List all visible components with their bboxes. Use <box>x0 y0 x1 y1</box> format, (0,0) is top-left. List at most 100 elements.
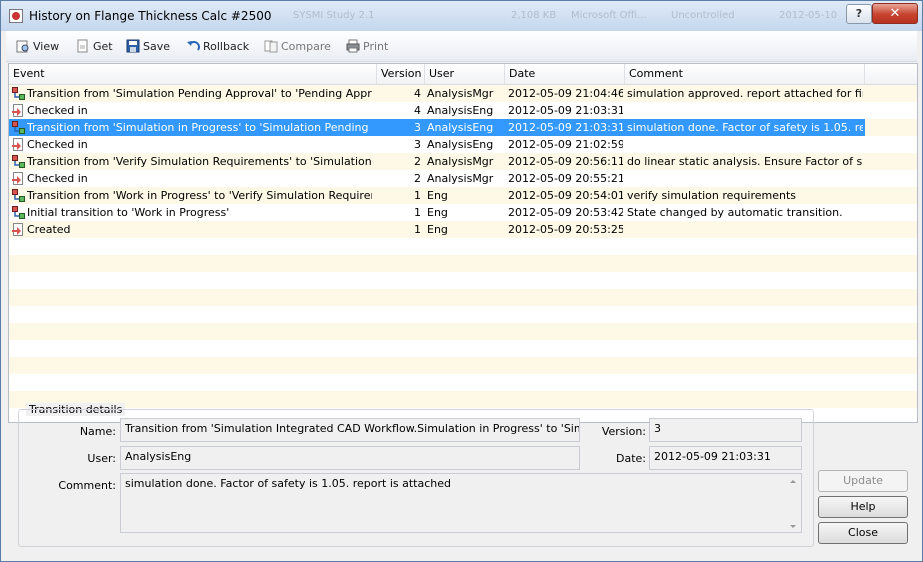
cell-event: Created <box>27 223 71 236</box>
cell-comment: simulation done. Factor of safety is 1.0… <box>627 121 863 134</box>
cell-version: 1 <box>414 206 421 219</box>
title-bar[interactable]: History on Flange Thickness Calc #2500 S… <box>1 1 922 31</box>
table-row[interactable]: Checked in 2 AnalysisMgr 2012-05-09 20:55:2… <box>9 170 865 187</box>
background-text: Microsoft Offi... <box>571 10 647 21</box>
cell-version: 4 <box>414 87 421 100</box>
history-window: History on Flange Thickness Calc #2500 S… <box>0 0 923 562</box>
transition-icon <box>12 155 25 168</box>
cell-event: Transition from 'Simulation in Progress'… <box>27 121 372 134</box>
cell-version: 4 <box>414 104 421 117</box>
date-field[interactable]: 2012-05-09 21:03:31 <box>649 446 802 470</box>
cell-comment <box>627 102 863 119</box>
row-stripe <box>9 357 917 374</box>
close-title-button[interactable]: ✕ <box>872 3 918 24</box>
cell-version: 3 <box>414 121 421 134</box>
comment-scrollbar[interactable] <box>786 476 800 530</box>
cell-comment: verify simulation requirements <box>627 189 796 202</box>
update-button[interactable]: Update <box>818 470 908 492</box>
name-field[interactable]: Transition from 'Simulation Integrated C… <box>120 418 580 442</box>
transition-icon <box>12 206 25 219</box>
compare-button[interactable]: Compare <box>264 37 331 55</box>
cell-date: 2012-05-09 21:04:46 <box>508 87 623 100</box>
cell-date: 2012-05-09 21:03:31 <box>508 121 623 134</box>
background-text: SYSMI Study 2.1 <box>293 10 375 21</box>
background-text: 2,108 KB <box>511 10 557 21</box>
name-label: Name: <box>79 425 116 438</box>
history-table[interactable]: Event Version User Date Comment Transiti… <box>8 63 918 423</box>
column-header-date[interactable]: Date <box>505 64 625 84</box>
transition-icon <box>12 189 25 202</box>
table-row[interactable]: Created 1 Eng 2012-05-09 20:53:25 <box>9 221 865 238</box>
version-label: Version: <box>601 425 646 438</box>
comment-text: simulation done. Factor of safety is 1.0… <box>125 477 452 490</box>
save-button[interactable]: Save <box>126 37 170 55</box>
save-label: Save <box>143 39 171 53</box>
save-icon <box>126 39 140 53</box>
version-field[interactable]: 3 <box>649 418 802 442</box>
table-row[interactable]: Initial transition to 'Work in Progress'… <box>9 204 865 221</box>
background-text: Uncontrolled <box>671 10 735 21</box>
cell-comment: simulation approved. report attached for… <box>627 87 863 100</box>
checkin-icon <box>12 223 25 236</box>
help-button[interactable]: Help <box>818 496 908 518</box>
view-label: View <box>33 39 60 53</box>
cell-user: AnalysisEng <box>427 138 494 151</box>
checkin-icon <box>12 104 25 117</box>
cell-comment: State changed by automatic transition. <box>627 206 843 219</box>
rollback-button[interactable]: Rollback <box>186 37 249 55</box>
table-row[interactable]: Transition from 'Simulation in Progress'… <box>9 119 865 136</box>
row-stripe <box>9 255 917 272</box>
help-title-button[interactable]: ? <box>846 4 872 24</box>
cell-user: Eng <box>427 206 448 219</box>
cell-date: 2012-05-09 20:55:21 <box>508 172 623 185</box>
cell-comment <box>627 221 863 238</box>
column-header-version[interactable]: Version <box>377 64 425 84</box>
toolbar: View Get Save Rollback Compare Print <box>6 31 917 62</box>
cell-user: AnalysisEng <box>427 121 494 134</box>
cell-user: Eng <box>427 189 448 202</box>
cell-user: AnalysisMgr <box>427 172 494 185</box>
table-row[interactable]: Transition from 'Simulation Pending Appr… <box>9 85 865 102</box>
date-label: Date: <box>616 452 646 465</box>
cell-comment <box>627 136 863 153</box>
checkin-icon <box>12 172 25 185</box>
table-row[interactable]: Checked in 4 AnalysisEng 2012-05-09 21:03:3… <box>9 102 865 119</box>
cell-comment: do linear static analysis. Ensure Factor… <box>627 155 863 168</box>
transition-icon <box>12 121 25 134</box>
comment-field[interactable]: simulation done. Factor of safety is 1.0… <box>120 473 802 533</box>
compare-icon <box>264 39 278 53</box>
cell-version: 2 <box>414 172 421 185</box>
print-button[interactable]: Print <box>346 37 388 55</box>
cell-version: 1 <box>414 223 421 236</box>
table-row[interactable]: Transition from 'Work in Progress' to 'V… <box>9 187 865 204</box>
cell-event: Checked in <box>27 138 88 151</box>
get-icon <box>76 39 90 53</box>
client-area: View Get Save Rollback Compare Print Eve… <box>6 31 918 557</box>
cell-event: Transition from 'Work in Progress' to 'V… <box>27 189 372 202</box>
cell-version: 3 <box>414 138 421 151</box>
table-row[interactable]: Transition from 'Verify Simulation Requi… <box>9 153 865 170</box>
column-header-comment[interactable]: Comment <box>625 64 865 84</box>
row-stripe <box>9 323 917 340</box>
print-label: Print <box>363 39 389 53</box>
view-icon <box>16 39 30 53</box>
column-header-user[interactable]: User <box>425 64 505 84</box>
cell-user: AnalysisMgr <box>427 155 494 168</box>
user-field[interactable]: AnalysisEng <box>120 446 580 470</box>
view-button[interactable]: View <box>16 37 59 55</box>
cell-date: 2012-05-09 20:54:01 <box>508 189 623 202</box>
cell-event: Transition from 'Simulation Pending Appr… <box>27 87 372 100</box>
get-button[interactable]: Get <box>76 37 113 55</box>
transition-icon <box>12 87 25 100</box>
cell-comment <box>627 170 863 187</box>
app-icon <box>9 9 23 23</box>
cell-date: 2012-05-09 21:02:59 <box>508 138 623 151</box>
column-header-event[interactable]: Event <box>9 64 377 84</box>
table-row[interactable]: Checked in 3 AnalysisEng 2012-05-09 21:02:5… <box>9 136 865 153</box>
rollback-icon <box>186 39 200 53</box>
close-button[interactable]: Close <box>818 522 908 544</box>
cell-version: 1 <box>414 189 421 202</box>
cell-date: 2012-05-09 21:03:31 <box>508 104 623 117</box>
window-title: History on Flange Thickness Calc #2500 <box>29 9 272 23</box>
comment-label: Comment: <box>58 479 116 492</box>
